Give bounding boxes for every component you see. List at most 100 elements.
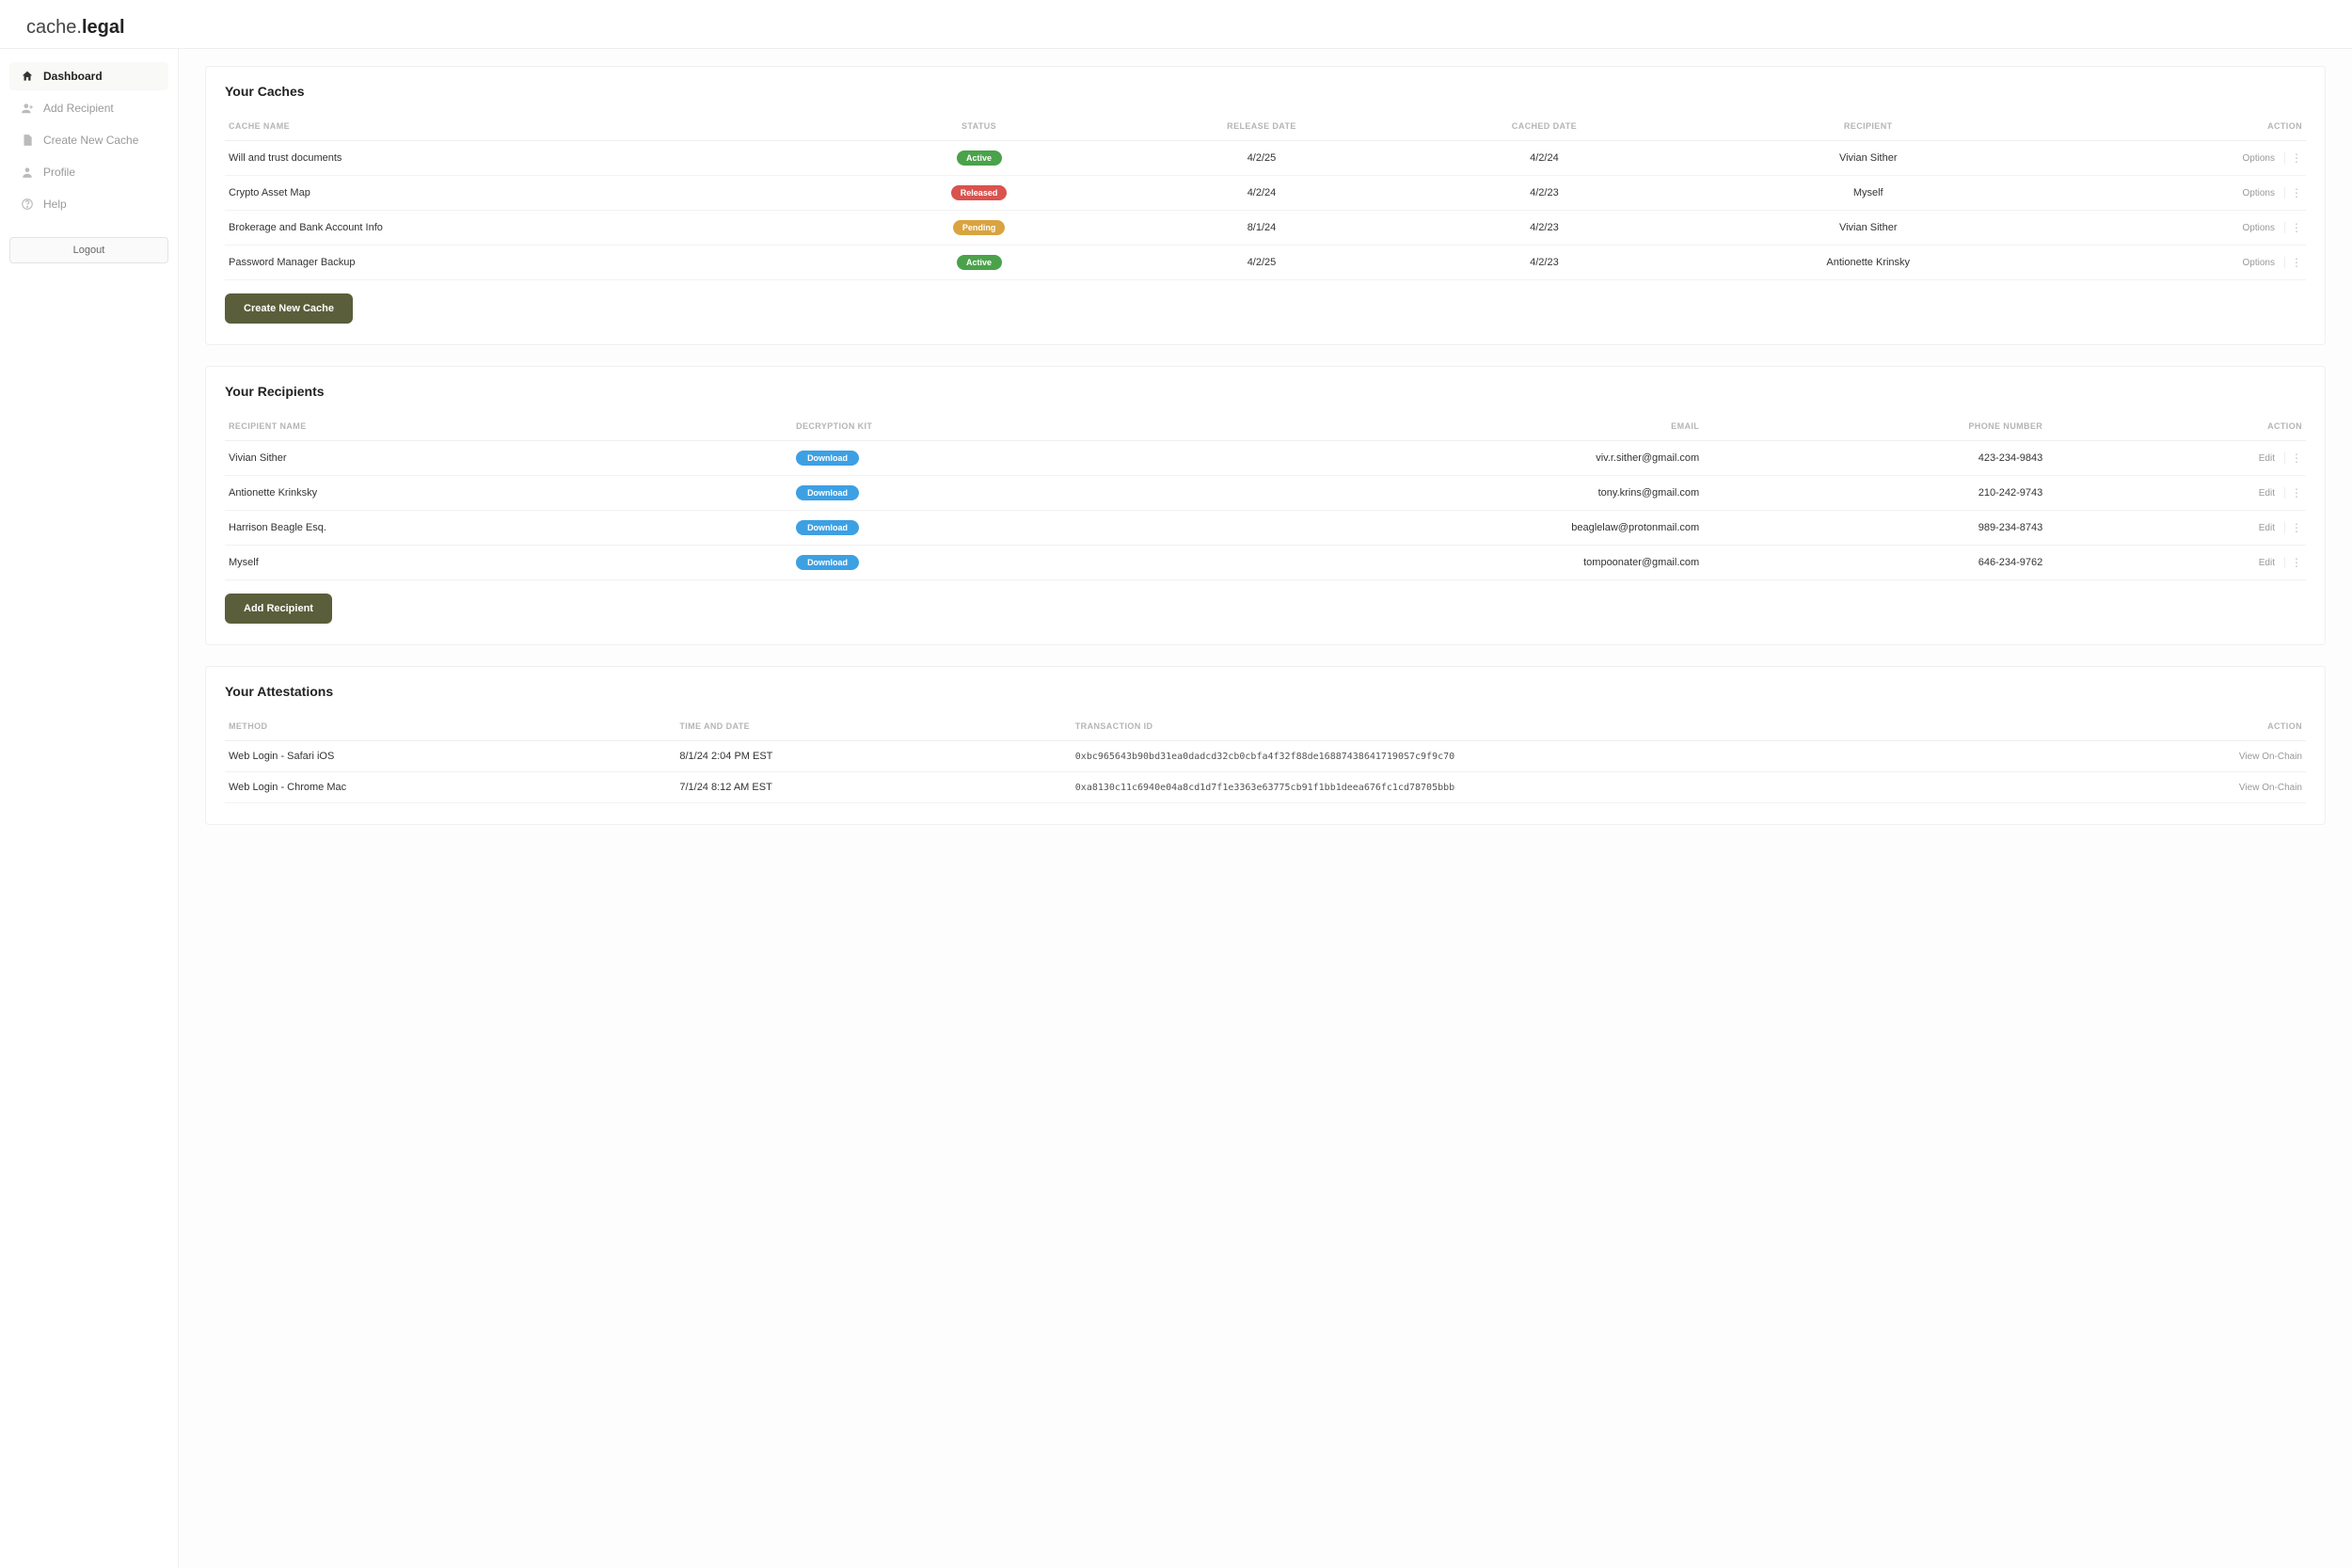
user-icon — [21, 166, 34, 179]
cache-options-link[interactable]: Options — [2243, 188, 2275, 198]
recipient-name: Myself — [229, 557, 788, 568]
caches-table-head: CACHE NAME STATUS RELEASE DATE CACHED DA… — [225, 112, 2306, 141]
sidebar-item-help[interactable]: Help — [9, 190, 168, 218]
cache-recipient: Vivian Sither — [1690, 222, 2047, 233]
section-caches: Your Caches CACHE NAME STATUS RELEASE DA… — [205, 66, 2326, 345]
col-action: ACTION — [2025, 721, 2302, 731]
home-icon — [21, 70, 34, 83]
attestation-row: Web Login - Safari iOS 8/1/24 2:04 PM ES… — [225, 741, 2306, 772]
brand-part1: cache. — [26, 17, 82, 38]
cache-name: Will and trust documents — [229, 152, 834, 164]
recipient-phone: 989-234-8743 — [1707, 522, 2042, 533]
recipient-name: Harrison Beagle Esq. — [229, 522, 788, 533]
attestation-time: 8/1/24 2:04 PM EST — [679, 751, 1067, 762]
topbar: cache.legal — [0, 0, 2352, 49]
status-badge: Released — [951, 185, 1008, 200]
cache-recipient: Antionette Krinsky — [1690, 257, 2047, 268]
cache-release: 4/2/24 — [1124, 187, 1399, 198]
cache-status-cell: Released — [841, 185, 1116, 200]
col-status: STATUS — [841, 121, 1116, 131]
recipient-row: Vivian Sither Download viv.r.sither@gmai… — [225, 441, 2306, 476]
download-button[interactable]: Download — [796, 555, 859, 570]
sidebar-item-label: Profile — [43, 166, 75, 179]
kebab-icon[interactable]: ⋮ — [2284, 557, 2302, 568]
add-recipient-button[interactable]: Add Recipient — [225, 594, 332, 624]
section-title-recipients: Your Recipients — [225, 384, 2306, 399]
cache-row: Will and trust documents Active 4/2/25 4… — [225, 141, 2306, 176]
logout-button[interactable]: Logout — [9, 237, 168, 263]
recipient-row: Myself Download tompoonater@gmail.com 64… — [225, 546, 2306, 580]
sidebar: Dashboard Add Recipient Create New Cache… — [0, 49, 179, 1568]
cache-row: Password Manager Backup Active 4/2/25 4/… — [225, 245, 2306, 280]
sidebar-item-add-recipient[interactable]: Add Recipient — [9, 94, 168, 122]
cache-options-link[interactable]: Options — [2243, 223, 2275, 233]
col-cache-name: CACHE NAME — [229, 121, 834, 131]
kebab-icon[interactable]: ⋮ — [2284, 152, 2302, 164]
brand-logo: cache.legal — [26, 17, 2326, 39]
kebab-icon[interactable]: ⋮ — [2284, 452, 2302, 464]
attestation-txid: 0xa8130c11c6940e04a8cd1d7f1e3363e63775cb… — [1075, 783, 2018, 793]
sidebar-item-label: Dashboard — [43, 70, 103, 83]
sidebar-item-dashboard[interactable]: Dashboard — [9, 62, 168, 90]
recipient-edit-link[interactable]: Edit — [2259, 523, 2275, 533]
recipients-table-head: RECIPIENT NAME DECRYPTION KIT EMAIL PHON… — [225, 412, 2306, 441]
cache-release: 4/2/25 — [1124, 257, 1399, 268]
col-time: TIME AND DATE — [679, 721, 1067, 731]
download-button[interactable]: Download — [796, 485, 859, 500]
brand-part2: legal — [82, 17, 125, 38]
status-badge: Active — [957, 150, 1002, 166]
cache-status-cell: Pending — [841, 220, 1116, 235]
recipient-phone: 210-242-9743 — [1707, 487, 2042, 499]
kebab-icon[interactable]: ⋮ — [2284, 187, 2302, 198]
create-cache-button[interactable]: Create New Cache — [225, 293, 353, 324]
col-decryption-kit: DECRYPTION KIT — [796, 421, 1132, 431]
attestations-table-head: METHOD TIME AND DATE TRANSACTION ID ACTI… — [225, 712, 2306, 741]
download-button[interactable]: Download — [796, 451, 859, 466]
recipient-edit-link[interactable]: Edit — [2259, 558, 2275, 568]
recipient-edit-link[interactable]: Edit — [2259, 453, 2275, 464]
cache-name: Brokerage and Bank Account Info — [229, 222, 834, 233]
main-content: Your Caches CACHE NAME STATUS RELEASE DA… — [179, 49, 2352, 1568]
attestation-time: 7/1/24 8:12 AM EST — [679, 782, 1067, 793]
status-badge: Pending — [953, 220, 1006, 235]
recipient-name: Antionette Krinksky — [229, 487, 788, 499]
cache-row: Crypto Asset Map Released 4/2/24 4/2/23 … — [225, 176, 2306, 211]
recipient-edit-link[interactable]: Edit — [2259, 488, 2275, 499]
sidebar-item-create-cache[interactable]: Create New Cache — [9, 126, 168, 154]
cache-options-link[interactable]: Options — [2243, 258, 2275, 268]
download-button[interactable]: Download — [796, 520, 859, 535]
sidebar-item-label: Help — [43, 198, 67, 211]
cache-options-link[interactable]: Options — [2243, 153, 2275, 164]
col-method: METHOD — [229, 721, 672, 731]
cache-name: Crypto Asset Map — [229, 187, 834, 198]
recipient-phone: 423-234-9843 — [1707, 452, 2042, 464]
recipient-email: tony.krins@gmail.com — [1139, 487, 1699, 499]
sidebar-item-profile[interactable]: Profile — [9, 158, 168, 186]
cache-name: Password Manager Backup — [229, 257, 834, 268]
col-recipient: RECIPIENT — [1690, 121, 2047, 131]
kebab-icon[interactable]: ⋮ — [2284, 522, 2302, 533]
help-icon — [21, 198, 34, 211]
cache-release: 4/2/25 — [1124, 152, 1399, 164]
section-attestations: Your Attestations METHOD TIME AND DATE T… — [205, 666, 2326, 825]
recipient-phone: 646-234-9762 — [1707, 557, 2042, 568]
kebab-icon[interactable]: ⋮ — [2284, 487, 2302, 499]
attestation-method: Web Login - Chrome Mac — [229, 782, 672, 793]
cache-cached: 4/2/23 — [1406, 187, 1681, 198]
recipient-row: Antionette Krinksky Download tony.krins@… — [225, 476, 2306, 511]
cache-recipient: Myself — [1690, 187, 2047, 198]
cache-release: 8/1/24 — [1124, 222, 1399, 233]
col-email: EMAIL — [1139, 421, 1699, 431]
col-cached-date: CACHED DATE — [1406, 121, 1681, 131]
kebab-icon[interactable]: ⋮ — [2284, 222, 2302, 233]
view-on-chain-link[interactable]: View On-Chain — [2239, 783, 2302, 793]
cache-row: Brokerage and Bank Account Info Pending … — [225, 211, 2306, 245]
view-on-chain-link[interactable]: View On-Chain — [2239, 752, 2302, 762]
recipient-row: Harrison Beagle Esq. Download beaglelaw@… — [225, 511, 2306, 546]
cache-cached: 4/2/23 — [1406, 257, 1681, 268]
cache-recipient: Vivian Sither — [1690, 152, 2047, 164]
col-txid: TRANSACTION ID — [1075, 721, 2018, 731]
kebab-icon[interactable]: ⋮ — [2284, 257, 2302, 268]
recipient-email: viv.r.sither@gmail.com — [1139, 452, 1699, 464]
sidebar-item-label: Add Recipient — [43, 102, 114, 115]
